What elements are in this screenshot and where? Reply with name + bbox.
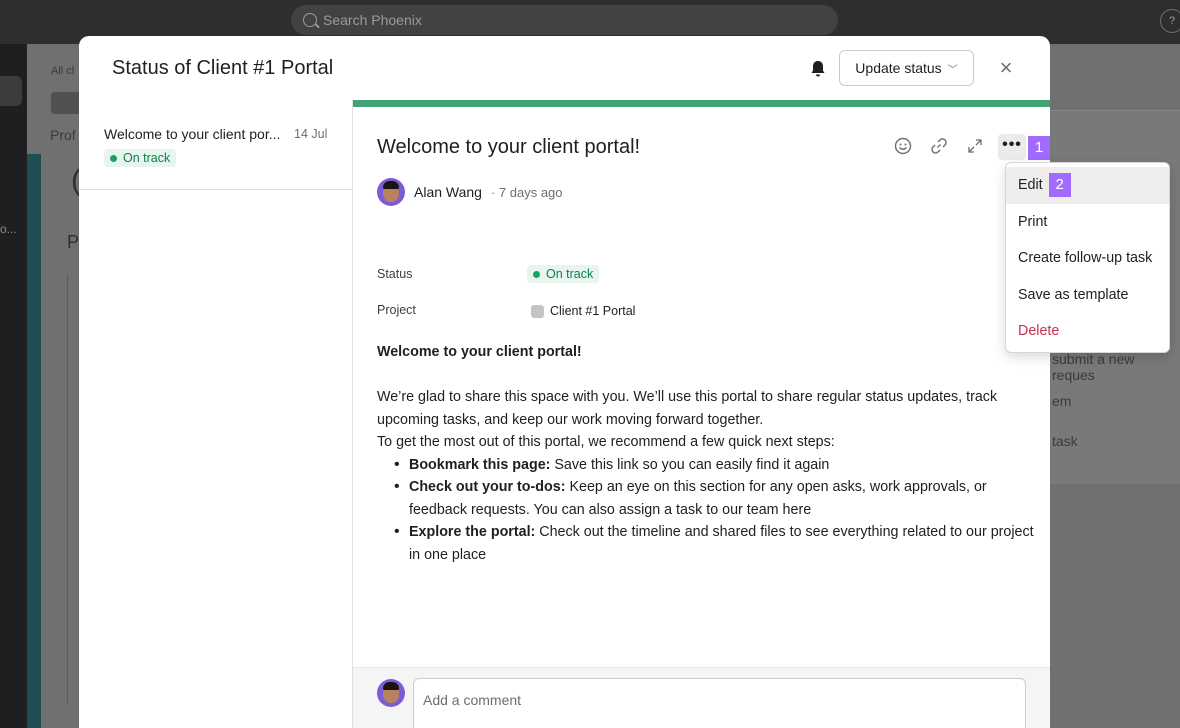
status-list: Welcome to your client por... 14 Jul On … [79,100,353,728]
list-item: Check out your to-dos: Keep an eye on th… [394,476,1037,521]
background-sidebar: o... [0,44,27,728]
more-options-menu: Edit 2 Print Create follow-up task Save … [1005,162,1170,353]
project-color-icon [531,304,544,318]
list-item: Explore the portal: Check out the timeli… [394,521,1037,566]
expand-icon[interactable] [964,136,986,158]
comment-area: Add a comment [353,667,1050,728]
author-row: Alan Wang · 7 days ago [377,178,563,206]
modal-title: Status of Client #1 Portal [112,57,334,79]
list-item[interactable]: Welcome to your client por... 14 Jul On … [79,100,352,190]
menu-item-print[interactable]: Print [1006,204,1169,241]
list-item-title: Welcome to your client por... [104,126,281,142]
modal-header: Status of Client #1 Portal Update status… [79,36,1050,100]
menu-item-label: Edit [1018,177,1043,194]
project-link[interactable]: Client #1 Portal [531,304,635,318]
status-dot-icon [110,154,117,162]
post-title: Welcome to your client portal! [377,136,641,158]
status-color-bar [353,100,1050,107]
menu-item-create-follow-up-task[interactable]: Create follow-up task [1006,240,1169,277]
project-field-label: Project [377,303,416,317]
search-icon [303,13,317,27]
search-bar[interactable]: Search Phoenix [291,5,838,35]
emoji-reaction-icon[interactable] [892,136,914,158]
search-placeholder: Search Phoenix [323,12,422,28]
status-badge-label: On track [123,151,171,165]
link-icon[interactable] [928,136,950,158]
body-paragraph: We’re glad to share this space with you.… [377,389,998,428]
menu-item-edit[interactable]: Edit 2 [1006,167,1169,204]
background-item: submit a new reques [1052,351,1135,383]
background-card-edge [67,274,79,704]
folder-icon [51,92,81,114]
status-detail: Welcome to your client portal! ••• 1 Ala… [353,100,1050,728]
background-color-strip [27,154,41,728]
background-tab: Prof [50,127,76,143]
background-item: task [1052,433,1078,449]
comment-input[interactable]: Add a comment [413,678,1026,728]
list-item: Bookmark this page: Save this link so yo… [394,454,1037,477]
annotation-tag: 2 [1048,173,1071,198]
post-time: · 7 days ago [490,184,563,200]
more-options-button[interactable]: ••• [998,134,1026,160]
status-badge-label: On track [546,267,594,281]
menu-item-save-as-template[interactable]: Save as template [1006,277,1169,314]
status-field-label: Status [377,267,413,281]
post-body: Welcome to your client portal! We’re gla… [377,341,1037,566]
chevron-down-icon: ﹀ [947,64,958,76]
list-item-date: 14 Jul [294,127,328,141]
background-item: em [1052,393,1072,409]
close-icon[interactable]: × [993,55,1019,81]
body-heading: Welcome to your client portal! [377,344,582,360]
author-name[interactable]: Alan Wang [414,184,482,200]
sidebar-active-item [0,76,22,106]
status-badge[interactable]: On track [527,265,600,283]
status-badge: On track [104,149,177,167]
annotation-tag: 1 [1028,136,1050,160]
status-dot-icon [533,270,540,278]
update-status-button[interactable]: Update status ﹀ [839,50,974,86]
bell-icon[interactable] [807,58,829,80]
body-paragraph: To get the most out of this portal, we r… [377,434,835,450]
next-steps-list: Bookmark this page: Save this link so yo… [394,454,1037,567]
update-status-label: Update status [855,60,942,76]
sidebar-truncated-label: o... [0,222,17,236]
avatar [377,679,405,707]
project-name: Client #1 Portal [550,304,636,318]
avatar[interactable] [377,178,405,206]
help-button[interactable]: ? [1160,9,1180,33]
status-modal: Status of Client #1 Portal Update status… [79,36,1050,728]
background-breadcrumb: All cl [51,65,75,77]
menu-item-delete[interactable]: Delete [1006,313,1169,350]
background-section-title: P [67,232,80,252]
